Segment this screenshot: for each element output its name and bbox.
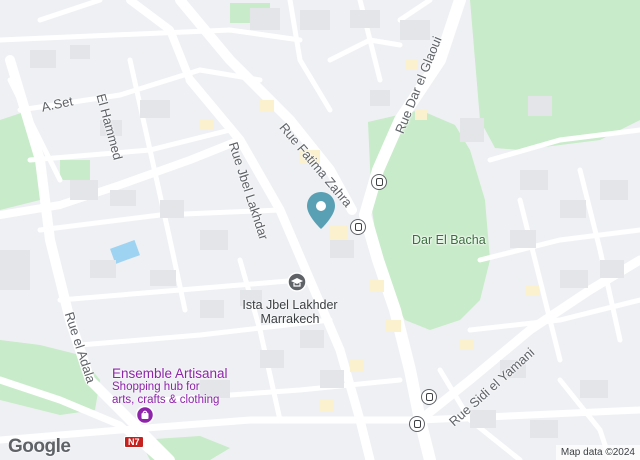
poi-ensemble-artisanal[interactable]: Ensemble Artisanal Shopping hub for arts…: [112, 366, 228, 407]
route-badge-n7: N7: [124, 436, 144, 448]
bus-stop-icon[interactable]: [421, 389, 437, 405]
poi-ista-jbel-lakhder[interactable]: Ista Jbel Lakhder Marrakech: [210, 298, 370, 326]
bus-stop-icon[interactable]: [409, 416, 425, 432]
google-logo: Google: [8, 436, 71, 457]
school-marker[interactable]: [287, 272, 307, 297]
poi-ista-name-line1: Ista Jbel Lakhder: [242, 298, 338, 312]
poi-ensemble-desc-line1: Shopping hub for: [112, 381, 200, 393]
map-attribution[interactable]: Map data ©2024: [555, 445, 640, 460]
shopping-bag-icon: [135, 405, 155, 425]
shopping-bag-marker[interactable]: [135, 405, 155, 429]
poi-ensemble-title: Ensemble Artisanal: [112, 366, 228, 381]
poi-ensemble-desc-line2: arts, crafts & clothing: [112, 394, 220, 406]
location-pin-icon[interactable]: [306, 192, 336, 237]
road-north-cross: [126, 0, 194, 84]
map-canvas[interactable]: Rue Dar el Glaoui Rue Fatima Zahra Rue J…: [0, 0, 640, 460]
place-label-dar-el-bacha[interactable]: Dar El Bacha: [412, 233, 486, 247]
bus-stop-icon[interactable]: [350, 219, 366, 235]
poi-ista-name-line2: Marrakech: [260, 312, 320, 326]
bus-stop-icon[interactable]: [371, 174, 387, 190]
park-hammed: [60, 160, 90, 180]
graduation-cap-icon: [287, 272, 307, 292]
park-northeast: [470, 0, 640, 150]
